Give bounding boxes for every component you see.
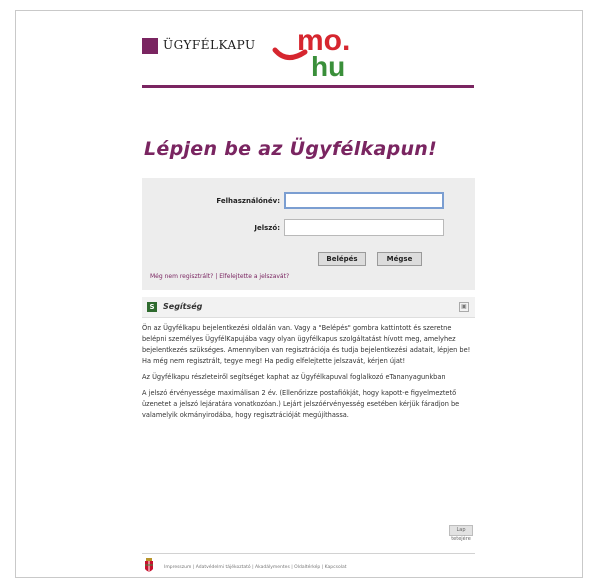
footer-links[interactable]: Impresszum | Adatvédelmi tájékoztató | A… <box>164 565 346 570</box>
help-text: Ön az Ügyfélkapu bejelentkezési oldalán … <box>142 323 475 426</box>
brand-hu: hu <box>311 51 345 82</box>
account-links: Még nem regisztrált? | Elfelejtette a je… <box>150 273 289 280</box>
page-title: Lépjen be az Ügyfélkapun! <box>144 138 438 160</box>
footer-divider <box>142 553 475 554</box>
username-input[interactable] <box>284 192 444 209</box>
help-icon: S <box>147 302 157 312</box>
help-panel: S Segítség ▣ Ön az Ügyfélkapu bejelentke… <box>142 297 475 542</box>
login-button[interactable]: Belépés <box>318 252 366 266</box>
back-to-top-button[interactable]: Lap tetejére <box>449 525 473 542</box>
login-panel: Felhasználónév: Jelszó: Belépés Mégse Mé… <box>142 178 475 290</box>
coat-of-arms-icon <box>145 558 153 572</box>
help-paragraph: Az Ügyfélkapu részleteiről segítséget ka… <box>142 373 446 381</box>
cancel-button[interactable]: Mégse <box>377 252 422 266</box>
link-separator: | <box>215 273 218 280</box>
logo-text: ÜGYFÉLKAPU <box>163 38 256 52</box>
password-label: Jelszó: <box>254 224 280 232</box>
forgot-password-link[interactable]: Elfelejtette a jelszavát? <box>219 273 289 280</box>
help-header: S Segítség ▣ <box>142 297 475 318</box>
collapse-icon[interactable]: ▣ <box>459 302 469 312</box>
help-title: Segítség <box>163 302 203 311</box>
help-paragraph: A jelszó érvényessége maximálisan 2 év. … <box>142 389 460 419</box>
header-divider <box>142 85 474 88</box>
register-link[interactable]: Még nem regisztrált? <box>150 273 213 280</box>
logo-square-icon <box>142 38 158 54</box>
password-input[interactable] <box>284 219 444 236</box>
help-paragraph: Ön az Ügyfélkapu bejelentkezési oldalán … <box>142 324 471 365</box>
mohu-logo-icon[interactable]: mo. hu <box>267 20 367 82</box>
site-header: ÜGYFÉLKAPU mo. hu <box>142 20 472 82</box>
username-label: Felhasználónév: <box>216 197 280 205</box>
